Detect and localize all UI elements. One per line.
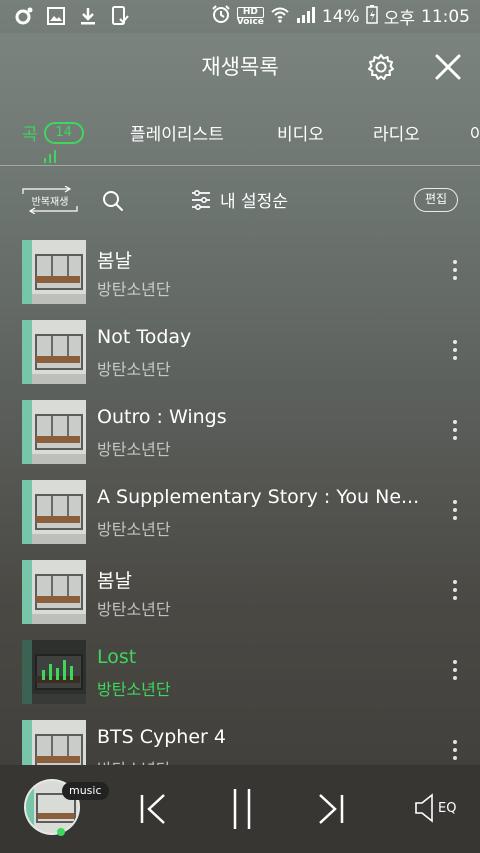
repeat-label: 반복재생 [31, 197, 69, 208]
song-title: BTS Cypher 4 [97, 726, 226, 748]
sort-settings-icon [192, 189, 210, 210]
song-title: Outro : Wings [97, 406, 227, 428]
tab-more[interactable]: 아 [470, 120, 480, 145]
song-artist: 방탄소년단 [97, 280, 171, 299]
repeat-button[interactable]: 반복재생 [22, 185, 78, 215]
phone-check-icon [110, 6, 130, 26]
hd-voice-icon: HD Voice [236, 6, 264, 27]
mini-player: music EQ [0, 765, 480, 853]
more-options-button[interactable] [447, 740, 463, 764]
clock-ampm: 오후 [383, 9, 415, 29]
edit-button[interactable]: 편집 [414, 188, 458, 212]
download-icon [78, 6, 98, 26]
app-notification-icon [14, 6, 34, 26]
album-art [22, 320, 86, 384]
tab-songs[interactable]: 곡 14 [22, 120, 84, 145]
now-playing-equalizer-icon [42, 658, 73, 680]
notification-icons [14, 6, 130, 26]
album-art [22, 720, 86, 765]
more-options-button[interactable] [447, 340, 463, 364]
song-row[interactable]: Not Today 방탄소년단 [0, 318, 480, 398]
album-art [22, 240, 86, 304]
more-options-button[interactable] [447, 420, 463, 444]
song-artist: 방탄소년단 [97, 520, 171, 539]
song-row[interactable]: 봄날 방탄소년단 [0, 558, 480, 638]
song-artist: 방탄소년단 [97, 756, 171, 765]
playing-status-dot [57, 828, 65, 836]
song-count-badge: 14 [43, 121, 84, 144]
search-button[interactable] [100, 188, 126, 214]
speaker-icon [415, 793, 433, 823]
more-options-button[interactable] [447, 260, 463, 284]
more-options-button[interactable] [447, 660, 463, 684]
tab-video[interactable]: 비디오 [277, 120, 324, 145]
music-tag: music [62, 782, 109, 800]
song-row[interactable]: Outro : Wings 방탄소년단 [0, 398, 480, 478]
album-art [22, 640, 86, 704]
system-status: HD Voice 14% 오후 11:05 [211, 4, 470, 29]
pause-icon [233, 789, 251, 829]
close-icon [435, 54, 461, 80]
album-art [22, 400, 86, 464]
song-title: Lost [97, 646, 137, 668]
song-row[interactable]: 봄날 방탄소년단 [0, 238, 480, 318]
previous-icon [140, 794, 165, 824]
song-row-now-playing[interactable]: Lost 방탄소년단 [0, 638, 480, 718]
clock-time: 11:05 [421, 6, 470, 27]
tab-bar: 곡 14 플레이리스트 비디오 라디오 아 [0, 114, 480, 166]
previous-button[interactable] [138, 793, 168, 829]
equalizer-button[interactable]: EQ [414, 793, 456, 823]
sort-label: 내 설정순 [220, 192, 288, 212]
tab-songs-label: 곡 [22, 125, 38, 145]
song-title: A Supplementary Story : You Ne... [97, 486, 420, 508]
gallery-icon [46, 6, 66, 26]
tab-radio[interactable]: 라디오 [373, 120, 420, 145]
signal-icon [296, 5, 316, 28]
song-artist: 방탄소년단 [97, 600, 171, 619]
voice-label: Voice [236, 16, 264, 27]
battery-icon [365, 4, 378, 29]
page-title: 재생목록 [201, 55, 279, 79]
sort-button[interactable]: 내 설정순 [190, 187, 288, 212]
song-row[interactable]: A Supplementary Story : You Ne... 방탄소년단 [0, 478, 480, 558]
now-playing-indicator-icon [44, 150, 56, 163]
battery-percent: 14% [321, 6, 360, 27]
song-artist: 방탄소년단 [97, 440, 171, 459]
next-icon [319, 794, 344, 824]
song-title: 봄날 [97, 250, 132, 272]
more-options-button[interactable] [447, 500, 463, 524]
more-options-button[interactable] [447, 580, 463, 604]
next-button[interactable] [316, 793, 346, 829]
song-artist: 방탄소년단 [97, 680, 171, 699]
close-button[interactable] [433, 52, 463, 82]
tab-playlists[interactable]: 플레이리스트 [130, 120, 224, 145]
song-title: Not Today [97, 326, 192, 348]
song-list: 봄날 방탄소년단 Not Today 방탄소년단 Outro : Wings 방… [0, 238, 480, 765]
gear-icon [368, 54, 394, 80]
search-icon [103, 191, 123, 211]
eq-label: EQ [438, 800, 457, 816]
settings-button[interactable] [366, 52, 396, 82]
song-row[interactable]: BTS Cypher 4 방탄소년단 [0, 718, 480, 765]
status-bar: HD Voice 14% 오후 11:05 [0, 0, 480, 33]
song-artist: 방탄소년단 [97, 360, 171, 379]
wifi-icon [270, 4, 290, 29]
pause-button[interactable] [230, 787, 254, 835]
album-art [22, 480, 86, 544]
album-art [22, 560, 86, 624]
song-title: 봄날 [97, 570, 132, 592]
alarm-icon [211, 4, 231, 29]
